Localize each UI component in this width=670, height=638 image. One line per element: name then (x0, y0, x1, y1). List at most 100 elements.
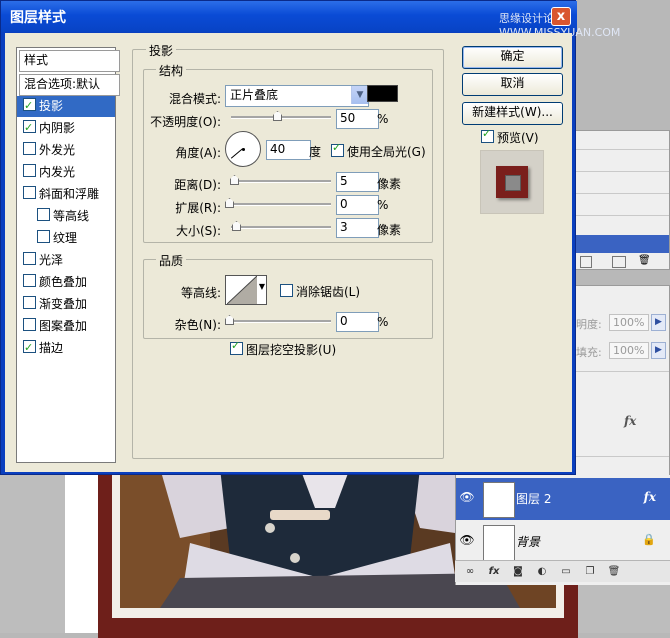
checkbox-icon[interactable] (37, 208, 50, 221)
eye-icon[interactable]: 👁 (458, 533, 476, 549)
style-item[interactable]: 纹理 (17, 228, 115, 249)
checkbox-icon[interactable] (23, 186, 36, 199)
checkbox-icon[interactable] (23, 337, 36, 358)
mask-icon[interactable]: ◙ (511, 565, 525, 578)
layers-footer: ∞ fx ◙ ◐ ▭ ❐ 🗑 (455, 560, 670, 582)
checkbox-icon[interactable] (37, 230, 50, 243)
style-item-label: 纹理 (53, 231, 78, 245)
style-item[interactable]: 图案叠加 (17, 316, 115, 337)
checkbox-icon[interactable] (23, 95, 36, 116)
layer-name: 图层 2 (516, 492, 552, 506)
opacity-input[interactable]: 50 (336, 109, 379, 129)
spread-input[interactable]: 0 (336, 195, 379, 215)
global-light-label: 使用全局光(G) (347, 145, 426, 159)
structure-title: 结构 (156, 62, 187, 79)
opacity-arrow[interactable]: ▶ (651, 314, 666, 331)
noise-label: 杂色(N): (174, 318, 221, 332)
style-item[interactable]: 等高线 (17, 206, 115, 227)
noise-input[interactable]: 0 (336, 312, 379, 332)
preview-thumbnail (480, 150, 544, 214)
ok-button[interactable]: 确定 (462, 46, 563, 69)
checkbox-icon[interactable] (23, 142, 36, 155)
distance-slider[interactable] (231, 180, 331, 183)
style-item[interactable]: 渐变叠加 (17, 294, 115, 315)
quality-title: 品质 (156, 252, 187, 269)
new-style-button[interactable]: 新建样式(W)... (462, 102, 563, 125)
panel-icon[interactable] (580, 256, 592, 268)
knockout-label: 图层挖空投影(U) (246, 343, 337, 357)
layer-row-1[interactable]: 👁 图层 2 fx (456, 478, 670, 520)
fx-icon[interactable]: fx (644, 490, 656, 504)
adjustment-icon[interactable]: ◐ (535, 565, 549, 578)
size-slider[interactable] (231, 226, 331, 229)
trash-icon[interactable]: 🗑 (607, 565, 621, 578)
style-item[interactable]: 描边 (17, 337, 115, 359)
blend-mode-select[interactable]: 正片叠底 ▼ (225, 85, 369, 107)
angle-input[interactable]: 40 (266, 140, 311, 160)
style-item[interactable]: 光泽 (17, 250, 115, 271)
style-item[interactable]: 颜色叠加 (17, 272, 115, 293)
eye-icon[interactable]: 👁 (458, 490, 476, 506)
size-label: 大小(S): (175, 224, 221, 238)
preview-checkbox[interactable]: 预览(V) (481, 127, 539, 146)
close-button[interactable]: x (551, 7, 571, 26)
checkbox-icon (331, 141, 344, 157)
style-item[interactable]: 内阴影 (17, 117, 115, 139)
distance-slider-handle[interactable] (230, 175, 239, 185)
style-item[interactable]: 投影 (17, 95, 115, 117)
fill-field[interactable]: 100% (609, 342, 649, 359)
checkbox-icon[interactable] (23, 274, 36, 287)
title-bar[interactable]: 图层样式 思缘设计论坛 WWW.MISSYUAN.COM x (1, 1, 620, 39)
checkbox-icon[interactable] (23, 164, 36, 177)
camera-icon[interactable] (612, 256, 626, 268)
global-light-checkbox[interactable]: 使用全局光(G) (331, 141, 426, 160)
spread-slider[interactable] (231, 203, 331, 206)
new-layer-icon[interactable]: ❐ (583, 565, 597, 578)
preview-label: 预览(V) (497, 131, 539, 145)
link-icon[interactable]: ∞ (463, 565, 477, 578)
style-item[interactable]: 斜面和浮雕 (17, 184, 115, 205)
fx-icon[interactable]: fx (487, 565, 501, 578)
knockout-checkbox[interactable]: 图层挖空投影(U) (230, 339, 337, 358)
size-slider-handle[interactable] (232, 221, 241, 231)
style-item[interactable]: 内发光 (17, 162, 115, 183)
style-item-label: 外发光 (39, 143, 76, 157)
folder-icon[interactable]: ▭ (559, 565, 573, 578)
noise-slider-handle[interactable] (225, 315, 234, 325)
checkbox-icon[interactable] (23, 318, 36, 331)
shadow-color-swatch[interactable] (367, 85, 398, 102)
layer-row-2[interactable]: 👁 背景 🔒 (456, 521, 670, 563)
anti-alias-checkbox[interactable]: 消除锯齿(L) (280, 283, 360, 300)
spread-unit: % (377, 198, 389, 212)
contour-picker[interactable]: ▼ (225, 275, 267, 305)
style-item[interactable]: 外发光 (17, 140, 115, 161)
lock-icon: 🔒 (642, 533, 656, 546)
dialog-title: 图层样式 (10, 10, 66, 26)
noise-slider[interactable] (231, 320, 331, 323)
distance-unit: 像素 (377, 177, 402, 191)
style-item-label: 斜面和浮雕 (39, 187, 100, 201)
fx-icon: fx (624, 414, 637, 428)
styles-header[interactable]: 样式 (19, 50, 120, 72)
contour-label: 等高线: (180, 286, 221, 300)
opacity-field[interactable]: 100% (609, 314, 649, 331)
blend-options-header[interactable]: 混合选项:默认 (19, 74, 120, 96)
checkbox-icon[interactable] (23, 296, 36, 309)
style-item-label: 渐变叠加 (39, 297, 88, 311)
checkbox-icon (230, 339, 243, 355)
checkbox-icon[interactable] (23, 117, 36, 138)
trash-icon[interactable]: 🗑 (638, 255, 651, 266)
size-input[interactable]: 3 (336, 218, 379, 238)
opacity-slider-handle[interactable] (273, 111, 282, 121)
checkbox-icon[interactable] (23, 252, 36, 265)
cancel-button[interactable]: 取消 (462, 73, 563, 96)
spread-slider-handle[interactable] (225, 198, 234, 208)
fill-arrow[interactable]: ▶ (651, 342, 666, 359)
style-item-label: 内阴影 (39, 121, 76, 135)
distance-input[interactable]: 5 (336, 172, 379, 192)
blend-mode-label: 混合模式: (168, 92, 221, 106)
style-item-label: 内发光 (39, 165, 76, 179)
angle-label: 角度(A): (175, 146, 221, 160)
drop-shadow-title: 投影 (146, 42, 177, 59)
angle-dial[interactable] (225, 131, 261, 167)
